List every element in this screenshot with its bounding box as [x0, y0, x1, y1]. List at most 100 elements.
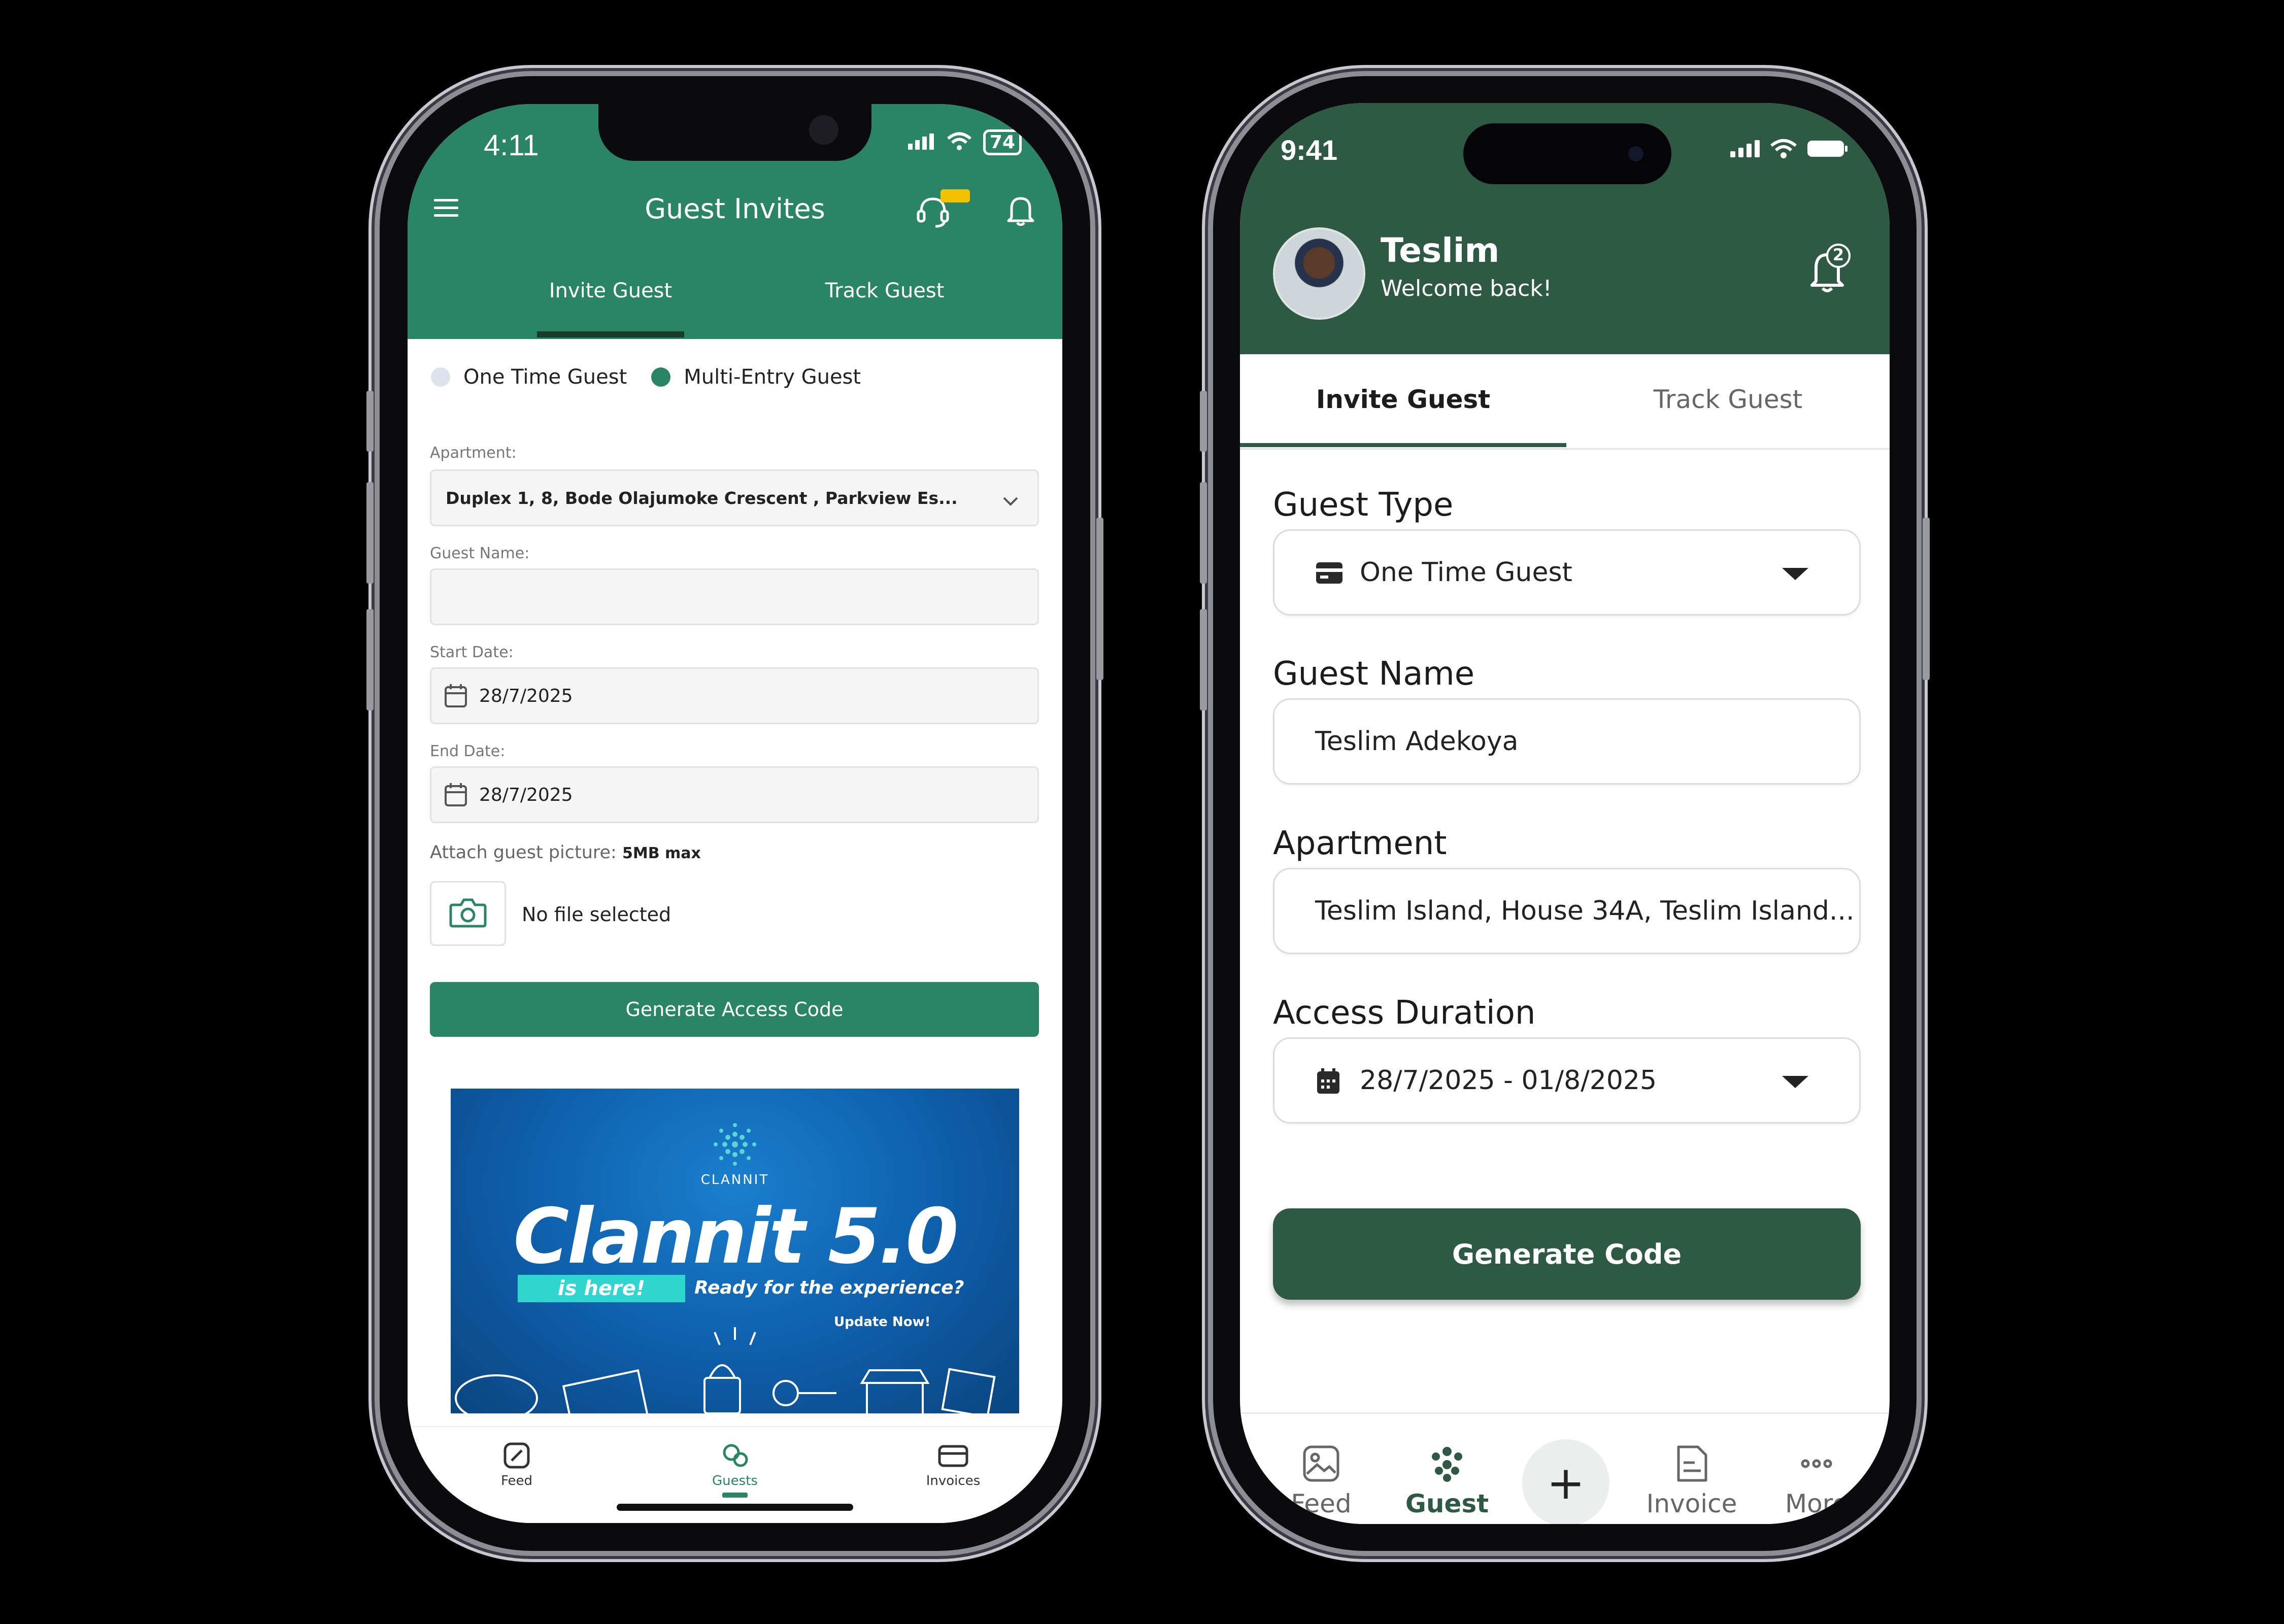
wifi-icon — [947, 132, 972, 153]
notification-bell-icon[interactable]: 2 — [1806, 243, 1852, 295]
apartment-label: Apartment: — [430, 444, 517, 462]
apartment-value: Duplex 1, 8, Bode Olajumoke Crescent , P… — [446, 488, 958, 508]
home-indicator — [617, 1504, 853, 1511]
chevron-down-icon — [1002, 491, 1019, 511]
access-duration-label: Access Duration — [1273, 994, 1536, 1032]
welcome-text: Welcome back! — [1381, 276, 1552, 301]
people-icon — [1428, 1447, 1466, 1489]
banner-headline: Clannit 5.0 — [513, 1193, 958, 1281]
battery-indicator: 74 — [983, 129, 1022, 155]
start-date-input[interactable]: 28/7/2025 — [430, 667, 1039, 724]
mute-switch — [366, 391, 374, 452]
camera-icon — [449, 897, 487, 930]
nav-invoices-label: Invoices — [926, 1473, 981, 1488]
guest-type-options: One Time Guest Multi-Entry Guest — [431, 365, 861, 389]
power-button — [1096, 518, 1103, 680]
volume-down-button — [1200, 609, 1207, 710]
nav-guests-label: Guests — [712, 1473, 758, 1488]
id-card-icon — [1315, 560, 1343, 592]
file-status: No file selected — [522, 903, 671, 926]
calendar-icon — [1315, 1067, 1341, 1102]
guest-type-label: Guest Type — [1273, 486, 1454, 524]
nav-invoice-label: Invoice — [1646, 1489, 1737, 1518]
guest-name-label: Guest Name — [1273, 655, 1475, 693]
nav-more[interactable]: More — [1766, 1444, 1867, 1518]
app-screen-right: 9:41 Teslim Welcome back! 2 Invite Guest… — [1240, 103, 1890, 1524]
guest-name-label: Guest Name: — [430, 545, 530, 562]
banner-tag: is here! — [518, 1275, 685, 1302]
nav-guests[interactable]: Guests — [684, 1441, 786, 1498]
volume-up-button — [366, 482, 374, 584]
guest-name-input[interactable]: Teslim Adekoya — [1273, 698, 1861, 785]
notification-count: 2 — [1832, 245, 1844, 264]
access-duration-value: 28/7/2025 - 01/8/2025 — [1360, 1065, 1657, 1096]
generate-access-code-button[interactable]: Generate Access Code — [430, 982, 1039, 1037]
banner-brand: CLANNIT — [700, 1172, 769, 1188]
nav-feed[interactable]: Feed — [466, 1441, 567, 1488]
front-camera — [1628, 146, 1643, 161]
start-date-value: 28/7/2025 — [479, 685, 573, 706]
active-nav-indicator — [722, 1493, 748, 1498]
front-camera — [809, 115, 838, 145]
promo-banner[interactable]: CLANNIT Clannit 5.0 is here! Ready for t… — [451, 1089, 1019, 1413]
status-time: 4:11 — [484, 129, 539, 162]
bell-icon[interactable] — [1006, 194, 1035, 228]
start-date-label: Start Date: — [430, 644, 514, 661]
attach-limit: 5MB max — [622, 844, 701, 862]
image-feed-icon — [1302, 1445, 1340, 1489]
status-icons: 74 — [907, 129, 1022, 155]
phone-right: 9:41 Teslim Welcome back! 2 Invite Guest… — [1200, 76, 1930, 1551]
calendar-icon — [444, 782, 468, 807]
guests-icon — [719, 1444, 751, 1473]
access-duration-select[interactable]: 28/7/2025 - 01/8/2025 — [1273, 1037, 1861, 1124]
attach-label: Attach guest picture: — [430, 842, 617, 863]
active-tab-indicator — [537, 331, 684, 337]
avatar[interactable] — [1273, 227, 1365, 320]
user-name: Teslim — [1381, 231, 1500, 270]
nav-feed-label: Feed — [500, 1473, 533, 1488]
nav-guest-label: Guest — [1405, 1489, 1489, 1518]
clannit-logo-icon — [710, 1119, 760, 1172]
guest-type-select[interactable]: One Time Guest — [1273, 529, 1861, 616]
radio-label-one-time: One Time Guest — [463, 365, 627, 389]
active-tab-indicator — [1240, 443, 1566, 447]
notch — [598, 104, 871, 161]
feed-icon — [502, 1442, 531, 1473]
apartment-input[interactable]: Teslim Island, House 34A, Teslim Island.… — [1273, 868, 1861, 954]
nav-feed[interactable]: Feed — [1270, 1444, 1372, 1518]
radio-multi-entry-guest[interactable] — [651, 367, 671, 387]
wifi-icon — [1770, 139, 1797, 161]
add-button[interactable]: + — [1522, 1439, 1609, 1524]
nav-invoice[interactable]: Invoice — [1641, 1444, 1742, 1518]
power-button — [1923, 518, 1930, 680]
app-header: 9:41 Teslim Welcome back! 2 — [1240, 103, 1890, 354]
status-icons — [1729, 139, 1849, 161]
battery-icon — [1806, 139, 1849, 161]
end-date-input[interactable]: 28/7/2025 — [430, 766, 1039, 823]
tab-track-guest[interactable]: Track Guest — [783, 279, 986, 302]
mute-switch — [1200, 391, 1207, 452]
dropdown-caret-icon — [1782, 1076, 1808, 1088]
nav-feed-label: Feed — [1291, 1489, 1352, 1518]
generate-code-button[interactable]: Generate Code — [1273, 1208, 1861, 1300]
tab-invite-guest[interactable]: Invite Guest — [509, 279, 712, 302]
new-badge — [941, 189, 970, 202]
radio-one-time-guest[interactable] — [431, 367, 450, 387]
phone-left: 4:11 74 Guest Invites Invite Guest Track… — [366, 76, 1103, 1551]
end-date-label: End Date: — [430, 742, 506, 760]
upload-photo-button[interactable] — [430, 881, 506, 946]
nav-guest[interactable]: Guest — [1396, 1444, 1498, 1518]
nav-invoices[interactable]: Invoices — [902, 1441, 1004, 1488]
signal-icon — [1729, 139, 1761, 160]
invoice-icon — [937, 1445, 969, 1473]
attach-picture-text: Attach guest picture: 5MB max — [430, 842, 701, 863]
apartment-select[interactable]: Duplex 1, 8, Bode Olajumoke Crescent , P… — [430, 469, 1039, 526]
status-time: 9:41 — [1281, 134, 1338, 166]
more-dots-icon — [1797, 1459, 1836, 1489]
tab-track-guest[interactable]: Track Guest — [1566, 385, 1890, 414]
bottom-navigation: Feed Guest + Invoice More — [1240, 1412, 1890, 1524]
guest-name-input[interactable] — [430, 568, 1039, 625]
volume-up-button — [1200, 482, 1207, 584]
tab-invite-guest[interactable]: Invite Guest — [1240, 385, 1566, 414]
end-date-value: 28/7/2025 — [479, 784, 573, 805]
